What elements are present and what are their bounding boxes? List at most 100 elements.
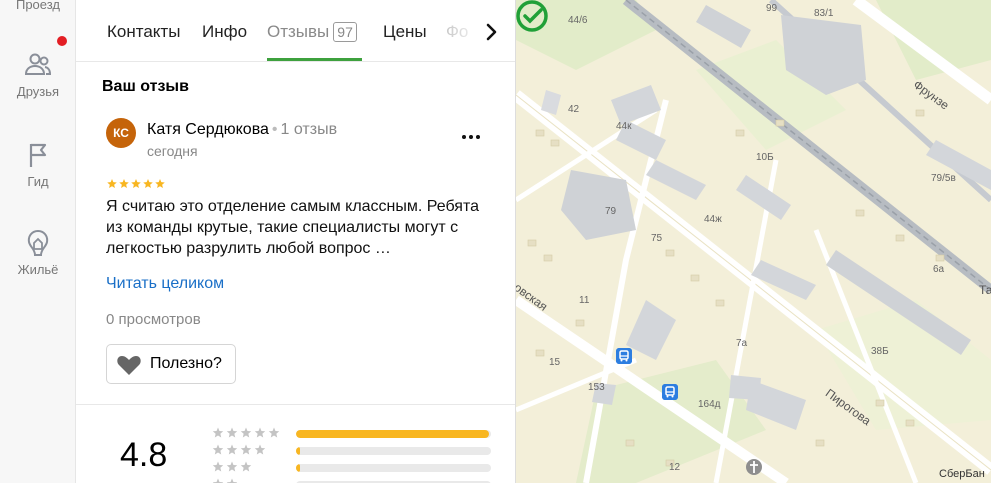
rating-distribution-row[interactable] <box>212 427 502 441</box>
read-more-link[interactable]: Читать целиком <box>106 275 224 293</box>
rating-distribution-row[interactable] <box>212 478 502 483</box>
star-icon <box>155 179 165 189</box>
rating-stars <box>212 444 266 455</box>
active-tab-indicator <box>267 58 362 61</box>
useful-label: Полезно? <box>150 355 222 372</box>
map-label: 79/5в <box>931 173 956 184</box>
star-icon <box>254 427 266 438</box>
tab-contacts[interactable]: Контакты <box>107 22 180 42</box>
divider <box>76 404 515 405</box>
tab-label: Цены <box>383 22 427 41</box>
rating-stars <box>212 427 280 438</box>
separator-dot: • <box>271 121 278 138</box>
map-label: 44к <box>616 121 632 132</box>
author-name[interactable]: Катя Сердюкова <box>147 121 269 138</box>
rail-item-label: Гид <box>27 174 49 189</box>
map-label: 6а <box>933 264 945 275</box>
tabs-fade <box>436 0 486 60</box>
rating-bar <box>296 447 491 455</box>
rating-bar-fill <box>296 447 300 455</box>
map-label: 38Б <box>871 346 889 357</box>
map-label: 99 <box>766 3 778 14</box>
star-icon <box>212 461 224 472</box>
rail-item-friends[interactable]: Друзья <box>0 50 76 99</box>
bus-stop-icon[interactable] <box>616 348 632 364</box>
heart-icon <box>117 356 141 375</box>
bus-stop-icon[interactable] <box>662 384 678 400</box>
reviews-count-badge: 97 <box>333 22 357 42</box>
rail-item-housing[interactable]: Жильё <box>0 228 76 277</box>
chevron-right-icon[interactable] <box>480 19 504 45</box>
church-icon[interactable] <box>745 458 763 476</box>
place-panel: Контакты Инфо Отзывы97 Цены Фо Ваш отзыв… <box>76 0 516 483</box>
map-label: 7а <box>736 338 748 349</box>
star-icon <box>268 427 280 438</box>
rating-bar <box>296 464 491 472</box>
rail-item-label: Друзья <box>16 84 60 99</box>
sberbank-logo-icon[interactable] <box>516 0 548 32</box>
star-icon <box>240 444 252 455</box>
more-options-icon[interactable] <box>456 124 486 148</box>
review-date: сегодня <box>147 143 198 159</box>
map-label: 75 <box>651 233 663 244</box>
views-count: 0 просмотров <box>106 311 201 328</box>
tab-prices[interactable]: Цены <box>383 22 427 42</box>
star-icon <box>107 179 117 189</box>
overall-rating: 4.8 <box>120 436 168 474</box>
map-label: 42 <box>568 104 580 115</box>
map-label: 44ж <box>704 214 722 225</box>
map-view[interactable]: 44/6 99 83/1 42 44к 10Б 79/5в 79 75 44ж … <box>516 0 991 483</box>
star-icon <box>212 444 224 455</box>
star-icon <box>226 427 238 438</box>
tabs-bar: Контакты Инфо Отзывы97 Цены Фо <box>76 0 515 62</box>
author-reviews-count: 1 отзыв <box>280 121 338 138</box>
avatar[interactable]: КС <box>106 118 136 148</box>
map-canvas[interactable] <box>516 0 991 483</box>
rail-item-label: Жильё <box>17 262 59 277</box>
map-label: 11 <box>579 295 590 306</box>
flag-icon <box>29 143 47 167</box>
notification-dot <box>57 36 67 46</box>
tab-label: Отзывы <box>267 22 330 41</box>
star-icon <box>226 444 238 455</box>
useful-button[interactable]: Полезно? <box>106 344 236 384</box>
tab-reviews[interactable]: Отзывы 97 <box>267 22 357 42</box>
star-icon <box>226 461 238 472</box>
tab-label: Контакты <box>107 22 181 41</box>
star-icon <box>119 179 129 189</box>
star-icon <box>254 444 266 455</box>
tab-label: Инфо <box>202 22 248 41</box>
star-icon <box>143 179 153 189</box>
review-text: Я считаю это отделение самым классным. Р… <box>106 198 479 257</box>
rating-bar-fill <box>296 464 300 472</box>
star-icon <box>240 427 252 438</box>
map-label: 12 <box>669 462 681 473</box>
map-label: 15 <box>549 357 561 368</box>
friends-icon <box>24 53 52 75</box>
star-icon <box>212 478 224 483</box>
star-icon <box>131 179 141 189</box>
section-title: Ваш отзыв <box>102 78 189 95</box>
map-label: 164д <box>698 399 721 410</box>
map-label: 10Б <box>756 152 774 163</box>
street-label: Та <box>979 283 991 297</box>
map-label: 83/1 <box>814 8 834 19</box>
poi-label[interactable]: СберБан <box>939 468 985 480</box>
tab-info[interactable]: Инфо <box>202 22 247 42</box>
rating-bar-fill <box>296 430 490 438</box>
rating-stars <box>212 478 238 483</box>
map-label: 153 <box>588 382 605 393</box>
rating-distribution-row[interactable] <box>212 444 502 458</box>
star-icon <box>226 478 238 483</box>
rail-item-guide[interactable]: Гид <box>0 140 76 189</box>
review-author-line: Катя Сердюкова • 1 отзыв <box>147 121 337 139</box>
star-icon <box>240 461 252 472</box>
map-label: 79 <box>605 206 617 217</box>
rating-distribution-row[interactable] <box>212 461 502 475</box>
review-rating-stars <box>107 179 165 189</box>
rating-stars <box>212 461 252 472</box>
rail-item-route[interactable]: Проезд <box>0 0 76 12</box>
left-rail: Проезд Друзья Гид Жильё <box>0 0 76 483</box>
star-icon <box>212 427 224 438</box>
house-icon <box>27 229 49 256</box>
